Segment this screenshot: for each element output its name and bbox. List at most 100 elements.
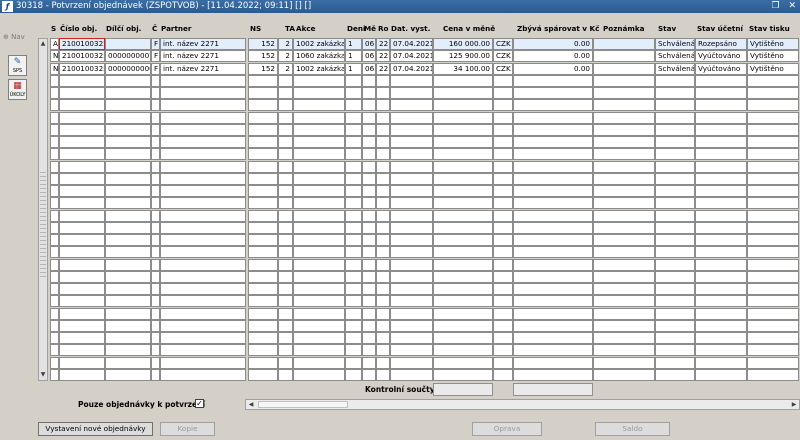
cell-year[interactable] [376,209,390,222]
cell-ns[interactable] [248,307,278,320]
cell-price[interactable] [433,99,493,112]
cell-note[interactable] [593,221,655,234]
cell-note[interactable] [593,111,655,124]
cell-print-state[interactable]: Vytištěno [747,50,799,63]
cell-ns[interactable] [248,148,278,161]
cell-year[interactable] [376,270,390,283]
cell-status[interactable] [50,172,59,185]
cell-currency[interactable] [493,123,513,136]
cell-note[interactable] [593,258,655,271]
cell-issue-date[interactable] [390,258,433,271]
cell-sub-order[interactable] [105,111,151,124]
cell-price[interactable] [433,368,493,381]
cell-status[interactable] [50,111,59,124]
cell-ta[interactable]: 2 [278,38,293,50]
cell-action[interactable]: 1060 zakázka [293,50,345,63]
cell-remaining[interactable]: 0.00 [513,62,593,75]
cell-state[interactable] [655,197,695,210]
cell-currency[interactable] [493,295,513,308]
cell-type[interactable]: F [151,38,160,50]
cell-year[interactable] [376,197,390,210]
cell-currency[interactable] [493,99,513,112]
cell-action[interactable]: 1002 zakázka [293,62,345,75]
cell-note[interactable] [593,283,655,295]
cell-day[interactable] [345,136,362,148]
cell-order-number[interactable] [59,307,105,320]
cell-partner[interactable] [160,356,246,369]
cell-ns[interactable] [248,258,278,271]
cell-month[interactable] [362,148,376,161]
cell-issue-date[interactable] [390,246,433,259]
cell-order-number[interactable] [59,209,105,222]
cell-status[interactable] [50,270,59,283]
cell-year[interactable] [376,99,390,112]
cell-month[interactable]: 06 [362,62,376,75]
cell-currency[interactable] [493,87,513,99]
cell-state[interactable] [655,185,695,197]
cell-ta[interactable]: 2 [278,50,293,63]
cell-type[interactable] [151,283,160,295]
cell-state[interactable] [655,172,695,185]
cell-day[interactable] [345,221,362,234]
cell-price[interactable] [433,319,493,332]
cell-currency[interactable]: CZK [493,38,513,50]
cell-currency[interactable] [493,136,513,148]
cell-state[interactable] [655,160,695,173]
cell-status[interactable] [50,209,59,222]
cell-sub-order[interactable] [105,295,151,308]
cell-note[interactable] [593,234,655,246]
cell-day[interactable] [345,87,362,99]
cell-accounting-state[interactable] [695,283,747,295]
cell-ns[interactable] [248,234,278,246]
cell-currency[interactable] [493,270,513,283]
cell-price[interactable] [433,270,493,283]
cell-state[interactable] [655,234,695,246]
cell-price[interactable] [433,136,493,148]
cell-partner[interactable] [160,87,246,99]
cell-year[interactable] [376,185,390,197]
cell-order-number[interactable] [59,160,105,173]
cell-print-state[interactable] [747,136,799,148]
cell-print-state[interactable] [747,295,799,308]
cell-year[interactable] [376,234,390,246]
cell-print-state[interactable] [747,319,799,332]
cell-status[interactable] [50,185,59,197]
cell-price[interactable] [433,258,493,271]
cell-day[interactable] [345,234,362,246]
cell-month[interactable] [362,185,376,197]
cell-type[interactable] [151,221,160,234]
cell-accounting-state[interactable] [695,185,747,197]
cell-ta[interactable] [278,234,293,246]
cell-sub-order[interactable] [105,258,151,271]
cell-type[interactable] [151,123,160,136]
cell-state[interactable] [655,99,695,112]
cell-order-number[interactable] [59,136,105,148]
cell-price[interactable] [433,332,493,344]
cell-action[interactable] [293,295,345,308]
cell-issue-date[interactable] [390,368,433,381]
cell-currency[interactable] [493,307,513,320]
cell-state[interactable] [655,258,695,271]
cell-remaining[interactable] [513,172,593,185]
cell-order-number[interactable] [59,319,105,332]
cell-issue-date[interactable] [390,344,433,357]
cell-action[interactable] [293,283,345,295]
cell-ta[interactable] [278,160,293,173]
cell-remaining[interactable] [513,160,593,173]
cell-partner[interactable] [160,283,246,295]
cell-year[interactable] [376,74,390,87]
cell-currency[interactable] [493,234,513,246]
cell-month[interactable] [362,356,376,369]
cell-ns[interactable] [248,209,278,222]
cell-print-state[interactable] [747,87,799,99]
cell-note[interactable] [593,270,655,283]
cell-issue-date[interactable] [390,87,433,99]
cell-status[interactable] [50,246,59,259]
only-to-confirm-checkbox[interactable]: ✓ [195,399,204,408]
cell-issue-date[interactable] [390,295,433,308]
column-header-type[interactable]: Č [152,24,157,33]
cell-price[interactable] [433,111,493,124]
cell-type[interactable] [151,332,160,344]
cell-sub-order[interactable] [105,270,151,283]
cell-month[interactable] [362,283,376,295]
